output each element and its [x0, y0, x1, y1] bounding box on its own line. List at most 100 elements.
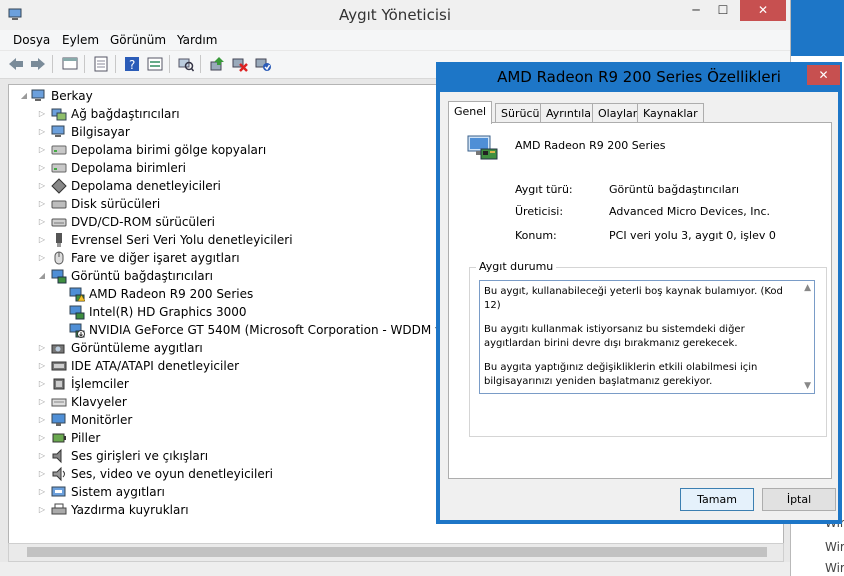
title-bar[interactable]: Aygıt Yöneticisi ─ ☐ ✕ [0, 0, 790, 30]
forward-icon[interactable] [28, 54, 48, 74]
device-status-group: Aygıt durumu Bu aygıt, kullanabileceği y… [469, 260, 827, 437]
battery-icon [51, 430, 67, 446]
scrollbar-thumb[interactable] [27, 547, 767, 557]
device-list-icon[interactable] [145, 54, 165, 74]
status-paragraph: Bu aygıta yaptığınız değişikliklerin etk… [484, 362, 758, 387]
tree-item-label: Görüntü bağdaştırıcıları [71, 269, 213, 283]
window-title: Aygıt Yöneticisi [339, 6, 451, 24]
tree-item-label: Ses girişleri ve çıkışları [71, 449, 209, 463]
expand-arrow-icon[interactable]: ▷ [37, 249, 47, 267]
expand-arrow-icon[interactable]: ▷ [37, 123, 47, 141]
device-status-title: Aygıt durumu [476, 260, 557, 273]
uninstall-icon[interactable] [230, 54, 250, 74]
expand-arrow-icon[interactable]: ▷ [37, 141, 47, 159]
tab-events[interactable]: Olaylar [592, 103, 644, 123]
minimize-button[interactable]: ─ [683, 0, 709, 21]
expand-arrow-icon[interactable]: ▷ [37, 339, 47, 357]
expand-arrow-icon[interactable]: ▷ [37, 501, 47, 519]
toolbar-separator [169, 55, 170, 73]
scroll-up-icon[interactable]: ▲ [804, 283, 811, 293]
tree-item-label: Sistem aygıtları [71, 485, 165, 499]
tree-item-label: İşlemciler [71, 377, 129, 391]
expand-arrow-icon[interactable]: ▷ [37, 393, 47, 411]
expand-arrow-icon[interactable]: ▷ [37, 231, 47, 249]
properties-dialog: AMD Radeon R9 200 Series Özellikleri ✕ G… [436, 62, 842, 524]
svg-text:?: ? [129, 58, 135, 72]
menu-view[interactable]: Görünüm [110, 33, 166, 47]
tab-driver[interactable]: Sürücü [495, 103, 546, 123]
expand-arrow-icon[interactable]: ▷ [37, 105, 47, 123]
tree-item-label: Klavyeler [71, 395, 127, 409]
computer-icon [31, 88, 47, 104]
tree-item-label: Depolama birimleri [71, 161, 187, 175]
dialog-title: AMD Radeon R9 200 Series Özellikleri [497, 68, 781, 86]
storage-icon [51, 142, 67, 158]
collapse-arrow-icon[interactable]: ◢ [37, 267, 47, 285]
collapse-arrow-icon[interactable]: ◢ [19, 87, 29, 105]
usb-icon [51, 232, 67, 248]
scan-icon[interactable] [176, 54, 196, 74]
tree-item-label: Görüntüleme aygıtları [71, 341, 203, 355]
location-label: Konum: [515, 229, 557, 242]
background-window-header [791, 0, 844, 56]
tree-item-label: Piller [71, 431, 101, 445]
expand-arrow-icon[interactable]: ▷ [37, 159, 47, 177]
ide-icon [51, 358, 67, 374]
dialog-body: Genel Sürücü Ayrıntılar Olaylar Kaynakla… [440, 92, 838, 520]
mouse-icon [51, 250, 67, 266]
enable-icon[interactable] [253, 54, 273, 74]
expand-arrow-icon[interactable]: ▷ [37, 375, 47, 393]
storage-controller-icon [51, 178, 67, 194]
dialog-close-button[interactable]: ✕ [807, 65, 840, 85]
expand-arrow-icon[interactable]: ▷ [37, 411, 47, 429]
status-paragraph: Bu aygıt, kullanabileceği yeterli boş ka… [484, 286, 783, 311]
cpu-icon [51, 376, 67, 392]
disk-icon [51, 196, 67, 212]
status-bar [0, 562, 790, 576]
computer-view-icon[interactable] [60, 54, 80, 74]
tree-item-label: Intel(R) HD Graphics 3000 [89, 305, 247, 319]
close-button[interactable]: ✕ [740, 0, 786, 21]
help-icon[interactable]: ? [122, 54, 142, 74]
menu-help[interactable]: Yardım [177, 33, 217, 47]
expand-arrow-icon[interactable]: ▷ [37, 177, 47, 195]
tree-item-label: NVIDIA GeForce GT 540M (Microsoft Corpor… [89, 323, 466, 337]
display-adapter-icon [467, 133, 499, 165]
expand-arrow-icon[interactable]: ▷ [37, 465, 47, 483]
tree-item-label: Bilgisayar [71, 125, 130, 139]
expand-arrow-icon[interactable]: ▷ [37, 357, 47, 375]
tree-item-label: Disk sürücüleri [71, 197, 161, 211]
dvd-icon [51, 214, 67, 230]
expand-arrow-icon[interactable]: ▷ [37, 447, 47, 465]
speaker-icon [51, 448, 67, 464]
device-type-label: Aygıt türü: [515, 183, 573, 196]
computer-icon [51, 124, 67, 140]
expand-arrow-icon[interactable]: ▷ [37, 483, 47, 501]
update-driver-icon[interactable] [207, 54, 227, 74]
tree-item-label: Depolama birimi gölge kopyaları [71, 143, 267, 157]
tab-general[interactable]: Genel [448, 101, 493, 124]
cancel-button[interactable]: İptal [762, 488, 836, 511]
tab-resources[interactable]: Kaynaklar [637, 103, 704, 123]
device-status-textbox[interactable]: Bu aygıt, kullanabileceği yeterli boş ka… [479, 280, 815, 394]
expand-arrow-icon[interactable]: ▷ [37, 429, 47, 447]
display-adapter-icon [69, 322, 85, 338]
expand-arrow-icon[interactable]: ▷ [37, 213, 47, 231]
properties-icon[interactable] [91, 54, 111, 74]
tree-item-label: Monitörler [71, 413, 133, 427]
general-tab-panel: AMD Radeon R9 200 Series Aygıt türü: Gör… [448, 122, 832, 479]
tree-item-label: IDE ATA/ATAPI denetleyiciler [71, 359, 240, 373]
display-adapter-icon [51, 268, 67, 284]
horizontal-scrollbar[interactable] [8, 543, 784, 562]
scroll-down-icon[interactable]: ▼ [804, 381, 811, 391]
storage-icon [51, 160, 67, 176]
ok-button[interactable]: Tamam [680, 488, 754, 511]
tree-item-label: Fare ve diğer işaret aygıtları [71, 251, 240, 265]
expand-arrow-icon[interactable]: ▷ [37, 195, 47, 213]
back-icon[interactable] [6, 54, 26, 74]
sound-icon [51, 466, 67, 482]
tree-item-label: Yazdırma kuyrukları [71, 503, 189, 517]
menu-file[interactable]: Dosya [13, 33, 50, 47]
menu-action[interactable]: Eylem [62, 33, 99, 47]
maximize-button[interactable]: ☐ [710, 0, 736, 21]
